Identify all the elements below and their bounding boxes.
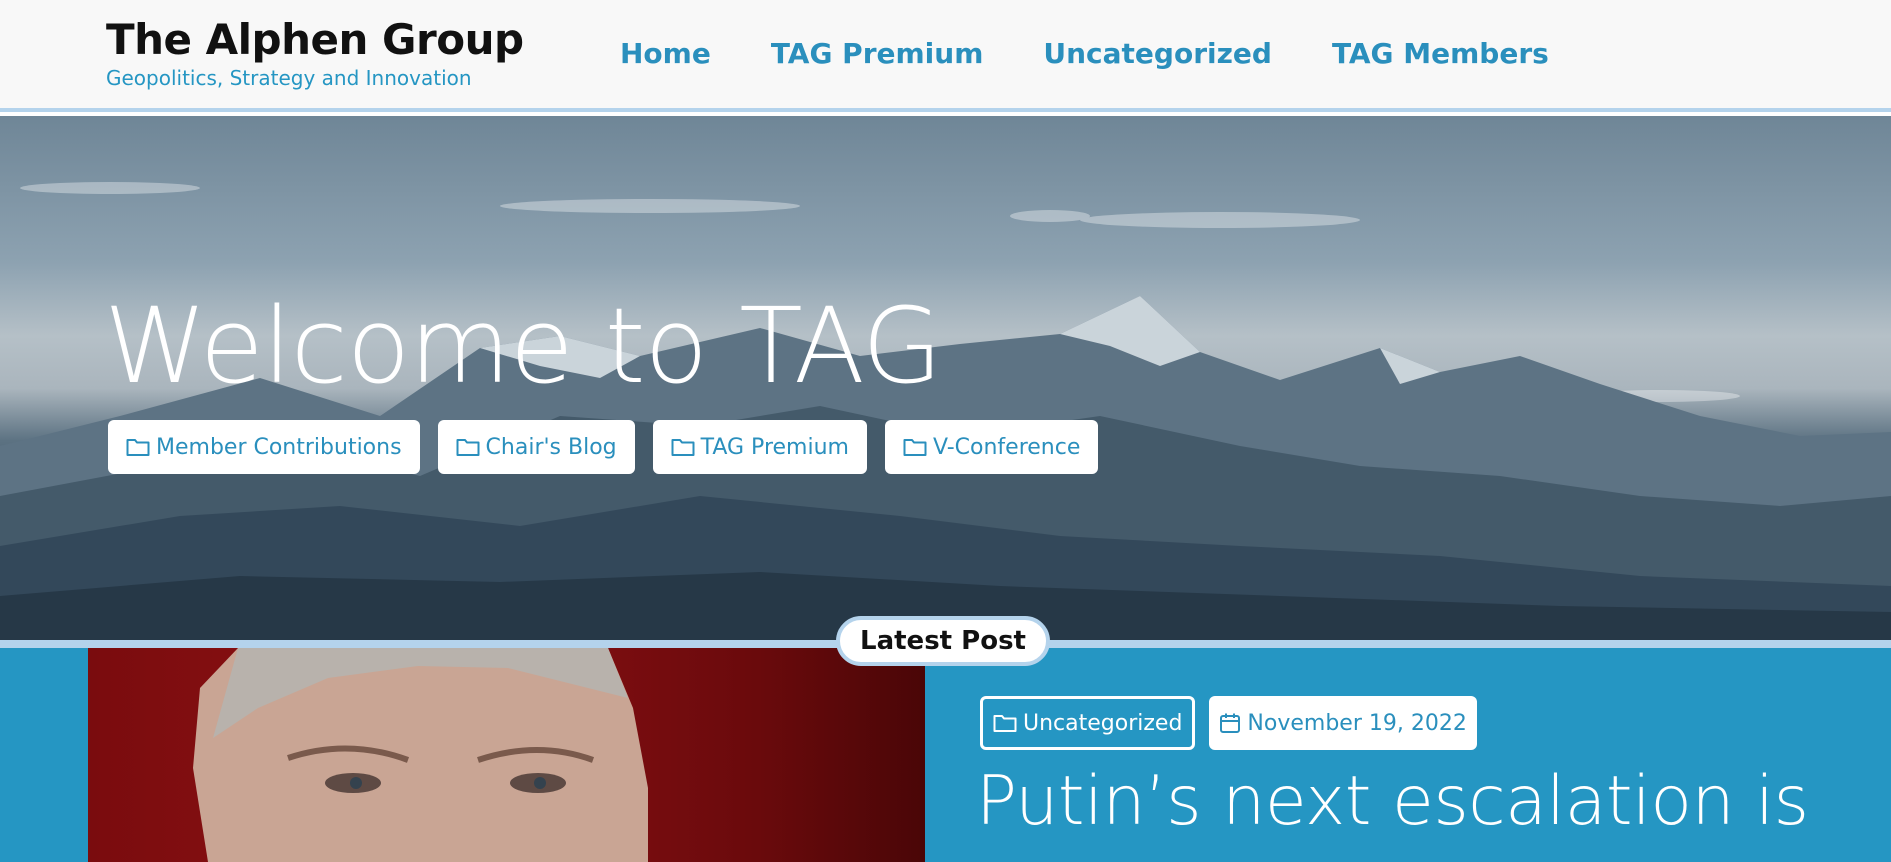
post-category-button[interactable]: Uncategorized <box>980 696 1196 750</box>
hero-title: Welcome to TAG <box>104 285 943 407</box>
category-label: TAG Premium <box>700 434 849 460</box>
site-header: The Alphen Group Geopolitics, Strategy a… <box>0 0 1891 112</box>
folder-icon <box>456 437 480 457</box>
hero-banner: Welcome to TAG Member Contributions Chai… <box>0 116 1891 640</box>
post-category-label: Uncategorized <box>1023 710 1183 736</box>
folder-icon <box>126 437 150 457</box>
calendar-icon <box>1219 712 1241 734</box>
site-title[interactable]: The Alphen Group <box>106 14 524 66</box>
hero-category-list: Member Contributions Chair's Blog TAG Pr… <box>108 420 1116 474</box>
main-nav: Home TAG Premium Uncategorized TAG Membe… <box>620 34 1609 74</box>
category-v-conference-button[interactable]: V-Conference <box>884 420 1099 474</box>
nav-home[interactable]: Home <box>620 34 711 74</box>
post-date-label: November 19, 2022 <box>1247 710 1467 736</box>
category-member-contributions-button[interactable]: Member Contributions <box>108 420 420 474</box>
category-chairs-blog-button[interactable]: Chair's Blog <box>437 420 635 474</box>
post-title[interactable]: Putin’s next escalation is <box>976 760 1876 844</box>
latest-post-badge: Latest Post <box>836 616 1050 666</box>
post-date-button[interactable]: November 19, 2022 <box>1209 696 1477 750</box>
category-tag-premium-button[interactable]: TAG Premium <box>652 420 867 474</box>
folder-icon <box>993 713 1017 733</box>
site-tagline: Geopolitics, Strategy and Innovation <box>106 66 472 90</box>
nav-uncategorized[interactable]: Uncategorized <box>1043 34 1272 74</box>
portrait-image <box>193 648 648 862</box>
post-featured-image[interactable] <box>88 648 925 862</box>
folder-icon <box>903 437 927 457</box>
nav-tag-members[interactable]: TAG Members <box>1332 34 1549 74</box>
category-label: V-Conference <box>932 434 1081 460</box>
brand: The Alphen Group Geopolitics, Strategy a… <box>106 14 524 90</box>
category-label: Chair's Blog <box>485 434 617 460</box>
nav-tag-premium[interactable]: TAG Premium <box>771 34 984 74</box>
folder-icon <box>671 437 695 457</box>
post-meta: Uncategorized November 19, 2022 <box>980 696 1491 750</box>
category-label: Member Contributions <box>156 434 402 460</box>
latest-post-section: Uncategorized November 19, 2022 Putin’s … <box>0 648 1891 862</box>
